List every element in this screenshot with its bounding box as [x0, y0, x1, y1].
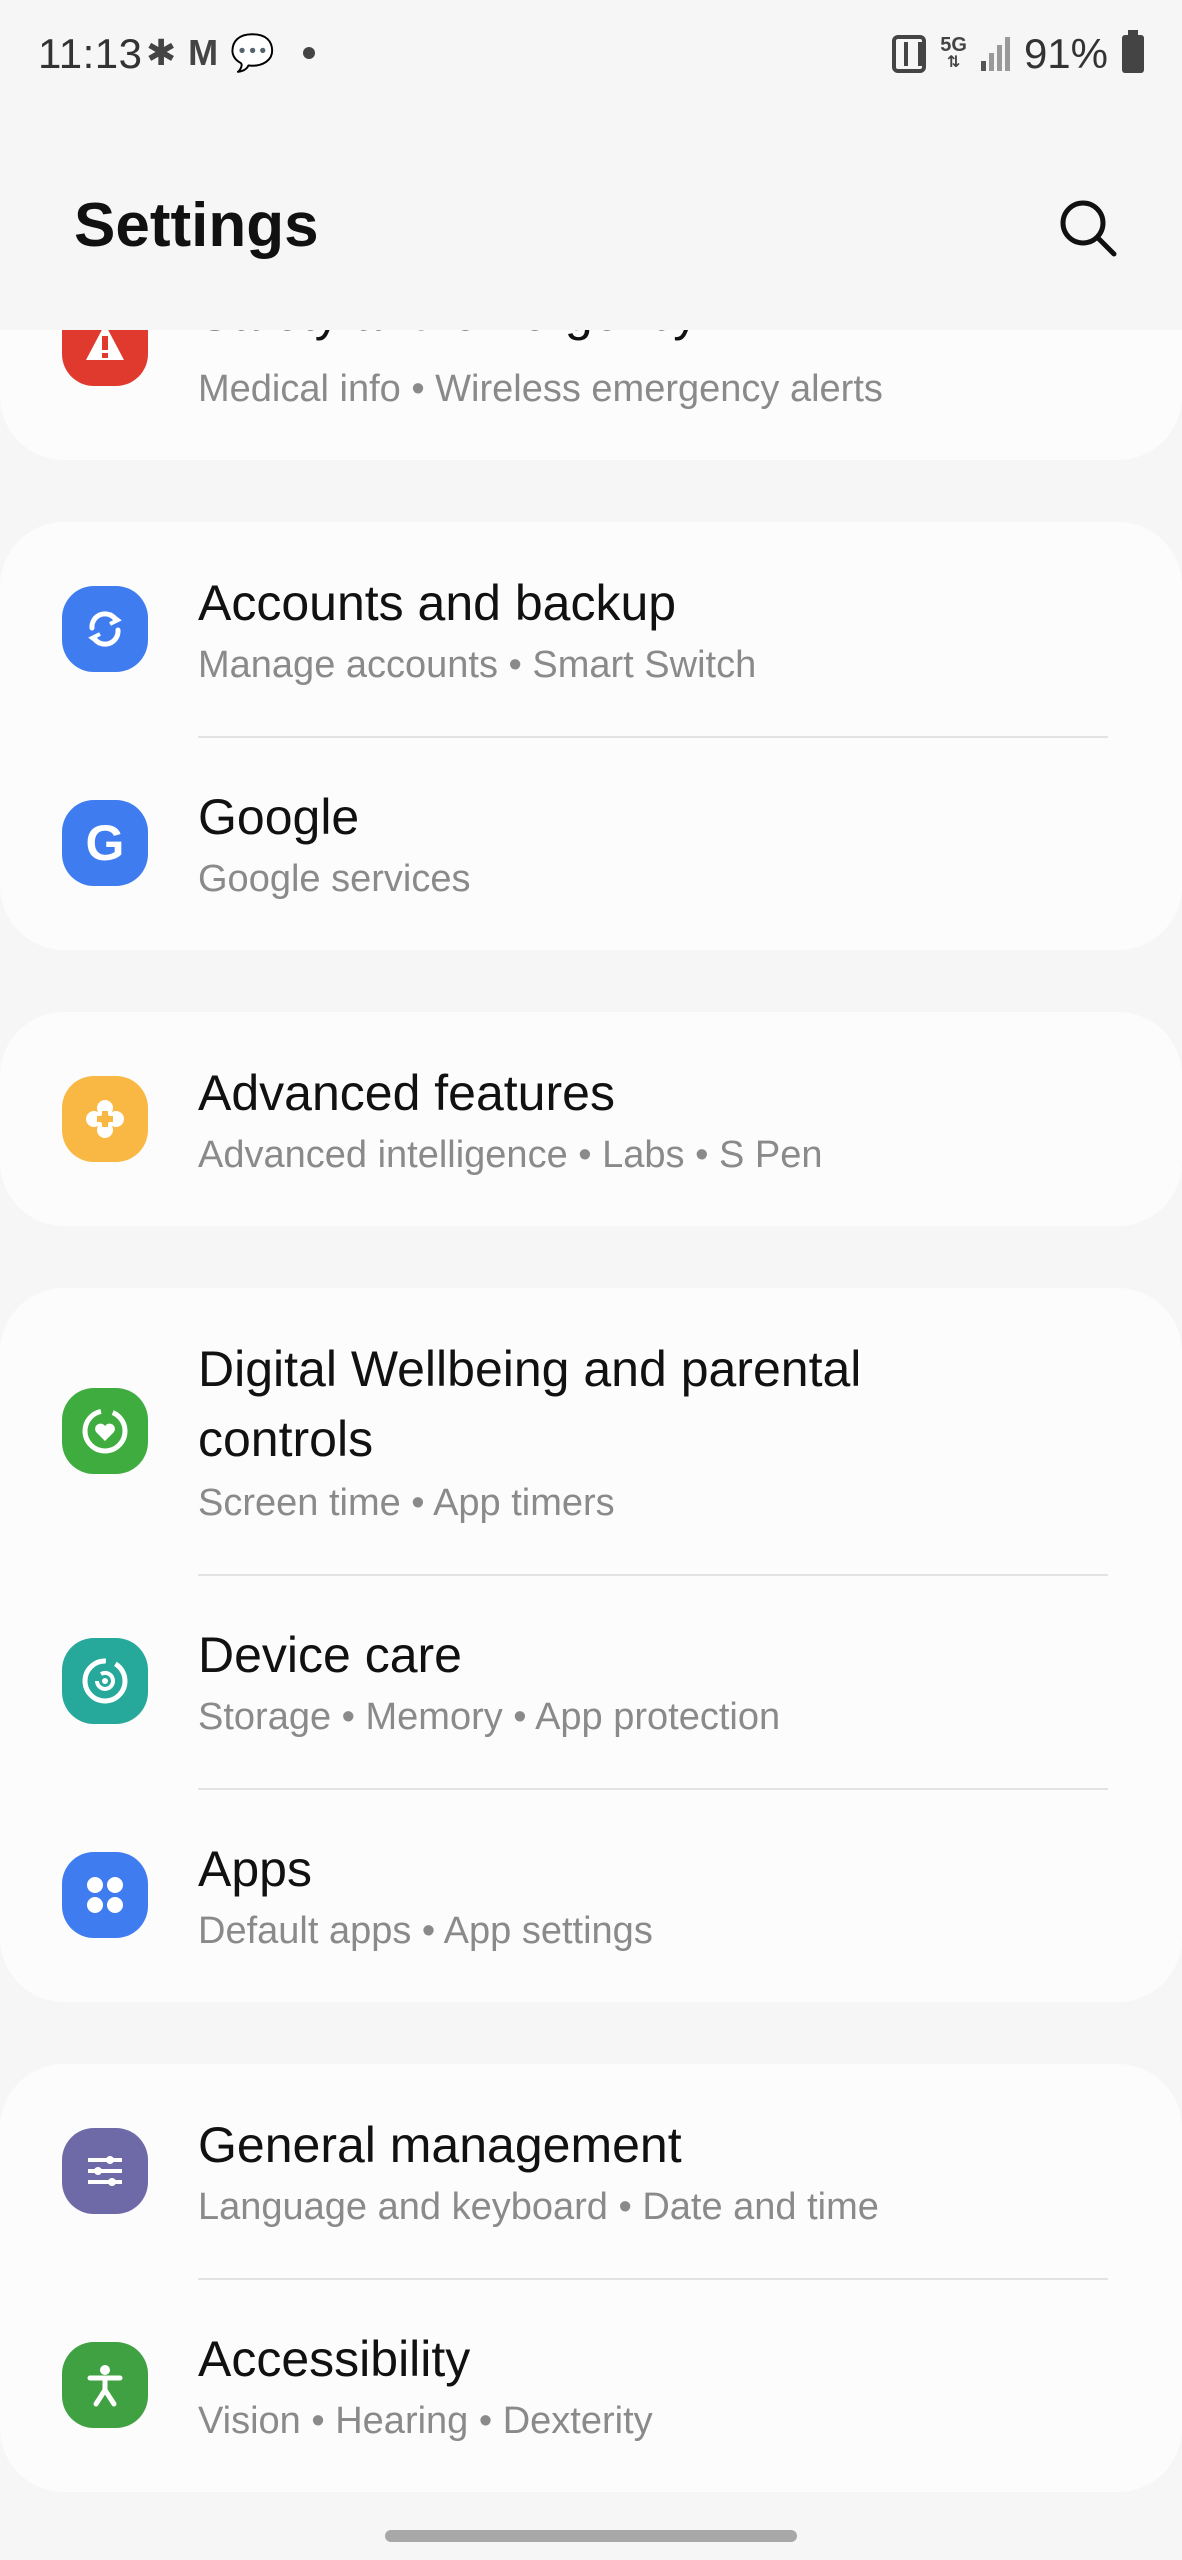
puzzle-plus-icon — [62, 1076, 148, 1162]
settings-item-title-line2: controls — [198, 1411, 374, 1467]
settings-item-title: Device care — [198, 1627, 462, 1683]
settings-item-subtitle: Manage accounts • Smart Switch — [198, 644, 757, 686]
settings-item-google[interactable]: G Google Google services — [0, 736, 1182, 950]
home-indicator[interactable] — [385, 2530, 797, 2542]
settings-card-safety: Safety and emergency Medical info • Wire… — [0, 330, 1182, 460]
settings-item-title: Google — [198, 789, 360, 845]
status-bar: 11:13 ✱ M 💬 5G ⇅ 91% — [0, 0, 1182, 110]
settings-item-digital-wellbeing[interactable]: Digital Wellbeing and parental controls … — [0, 1288, 1182, 1574]
settings-item-accounts-backup[interactable]: Accounts and backup Manage accounts • Sm… — [0, 522, 1182, 736]
device-care-icon — [62, 1638, 148, 1724]
settings-item-subtitle: Google services — [198, 858, 471, 900]
wellbeing-icon — [62, 1388, 148, 1474]
settings-item-title: General management — [198, 2117, 682, 2173]
apps-grid-icon — [62, 1852, 148, 1938]
settings-card-advanced: Advanced features Advanced intelligence … — [0, 1012, 1182, 1226]
network-type: 5G — [940, 34, 967, 56]
gmail-icon: M — [188, 32, 219, 73]
slack-icon: ✱ — [146, 32, 177, 73]
settings-item-device-care[interactable]: Device care Storage • Memory • App prote… — [0, 1574, 1182, 1788]
settings-item-subtitle: Storage • Memory • App protection — [198, 1696, 781, 1738]
settings-item-subtitle: Advanced intelligence • Labs • S Pen — [198, 1134, 823, 1176]
settings-card-wellbeing: Digital Wellbeing and parental controls … — [0, 1288, 1182, 2002]
settings-item-general-management[interactable]: General management Language and keyboard… — [0, 2064, 1182, 2278]
nfc-icon — [892, 35, 927, 73]
settings-card-general: General management Language and keyboard… — [0, 2064, 1182, 2492]
settings-item-title: Advanced features — [198, 1065, 615, 1121]
battery-icon — [1122, 30, 1144, 73]
signal-icon — [980, 37, 1010, 71]
settings-item-subtitle: Screen time • App timers — [198, 1482, 615, 1524]
sync-icon — [62, 586, 148, 672]
settings-item-subtitle: Default apps • App settings — [198, 1910, 653, 1952]
search-icon — [1060, 200, 1117, 257]
sliders-icon — [62, 2128, 148, 2214]
settings-item-safety-emergency[interactable]: Safety and emergency Medical info • Wire… — [0, 330, 1182, 460]
warning-icon — [62, 330, 148, 386]
header-backdrop — [0, 300, 1182, 330]
page-title: Settings — [74, 191, 319, 260]
notification-icons: ✱ M 💬 — [146, 33, 315, 73]
settings-item-subtitle: Vision • Hearing • Dexterity — [198, 2400, 653, 2442]
network-icon: 5G ⇅ — [940, 34, 967, 71]
status-right: 5G ⇅ 91% — [892, 30, 1144, 78]
more-notifications-icon — [303, 47, 315, 59]
battery-percent: 91% — [1023, 30, 1108, 77]
google-icon: G — [62, 800, 148, 886]
settings-item-title: Accounts and backup — [198, 575, 677, 631]
messages-icon: 💬 — [230, 32, 275, 73]
settings-item-subtitle: Medical info • Wireless emergency alerts — [198, 368, 883, 410]
settings-item-subtitle: Language and keyboard • Date and time — [198, 2186, 879, 2228]
settings-item-advanced-features[interactable]: Advanced features Advanced intelligence … — [0, 1012, 1182, 1226]
settings-item-title: Digital Wellbeing and parental — [198, 1341, 862, 1397]
settings-item-apps[interactable]: Apps Default apps • App settings — [0, 1788, 1182, 2002]
settings-item-title: Accessibility — [198, 2331, 471, 2387]
settings-item-title: Apps — [198, 1841, 312, 1897]
status-time: 11:13 — [38, 30, 143, 77]
settings-card-accounts: Accounts and backup Manage accounts • Sm… — [0, 522, 1182, 950]
settings-item-accessibility[interactable]: Accessibility Vision • Hearing • Dexteri… — [0, 2278, 1182, 2492]
search-button[interactable] — [1050, 190, 1126, 266]
accessibility-icon — [62, 2342, 148, 2428]
settings-item-title: Safety and emergency — [198, 330, 698, 348]
settings-screen: 11:13 ✱ M 💬 5G ⇅ 91% Settings Medical in… — [0, 0, 1182, 2560]
